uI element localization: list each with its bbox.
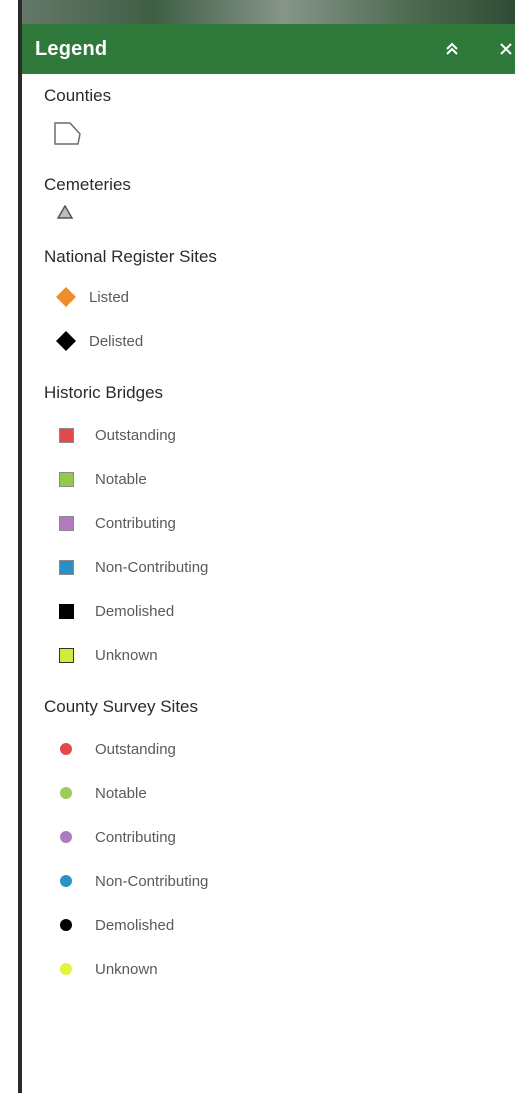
legend-item: Contributing xyxy=(53,501,515,545)
legend-item: Outstanding xyxy=(53,727,515,771)
legend-item-label: Notable xyxy=(95,470,147,488)
legend-item: Non-Contributing xyxy=(53,859,515,903)
layer-county-survey-sites: County Survey Sites Outstanding Notable … xyxy=(22,677,515,991)
legend-item: Non-Contributing xyxy=(53,545,515,589)
legend-item-label: Contributing xyxy=(95,828,176,846)
layer-cemeteries: Cemeteries xyxy=(22,150,515,225)
legend-item-label: Listed xyxy=(89,288,130,306)
legend-item: Demolished xyxy=(53,903,515,947)
legend-item-label: Notable xyxy=(95,784,147,802)
circle-symbol-icon xyxy=(60,831,72,843)
layer-national-register-sites: National Register Sites Listed Delisted xyxy=(22,225,515,363)
polygon-symbol-icon xyxy=(54,122,81,145)
legend-item-label: Outstanding xyxy=(95,740,176,758)
square-symbol-icon xyxy=(58,515,74,531)
legend-title: Legend xyxy=(35,37,108,60)
collapse-button[interactable] xyxy=(441,38,463,60)
legend-header: Legend xyxy=(22,24,515,74)
legend-item-label: Contributing xyxy=(95,514,176,532)
legend-item: Demolished xyxy=(53,589,515,633)
legend-item-label: Non-Contributing xyxy=(95,872,209,890)
legend-item: Contributing xyxy=(53,815,515,859)
diamond-symbol-icon xyxy=(56,331,76,351)
circle-symbol-icon xyxy=(60,787,72,799)
close-button[interactable] xyxy=(495,38,515,60)
legend-item: Unknown xyxy=(53,947,515,991)
circle-symbol-icon xyxy=(60,875,72,887)
map-background xyxy=(0,0,515,24)
square-symbol-icon xyxy=(58,647,74,663)
diamond-symbol-icon xyxy=(56,287,76,307)
legend-item-label: Unknown xyxy=(95,646,158,664)
legend-item-label: Non-Contributing xyxy=(95,558,209,576)
layer-title: Cemeteries xyxy=(44,175,131,194)
layer-title: Counties xyxy=(44,86,112,105)
legend-item: Outstanding xyxy=(53,413,515,457)
layer-counties: Counties xyxy=(22,74,515,150)
layer-title: Historic Bridges xyxy=(44,383,164,402)
legend-content: Counties Cemeteries National Register Si… xyxy=(22,74,515,991)
square-symbol-icon xyxy=(58,427,74,443)
legend-item: Listed xyxy=(53,275,515,319)
legend-item-label: Outstanding xyxy=(95,426,176,444)
legend-item: Unknown xyxy=(53,633,515,677)
legend-item: Notable xyxy=(53,771,515,815)
square-symbol-icon xyxy=(58,471,74,487)
layer-title: National Register Sites xyxy=(44,247,217,266)
circle-symbol-icon xyxy=(60,963,72,975)
legend-item: Delisted xyxy=(53,319,515,363)
legend-item-label: Unknown xyxy=(95,960,158,978)
layer-title: County Survey Sites xyxy=(44,697,199,716)
layer-historic-bridges: Historic Bridges Outstanding Notable Con… xyxy=(22,363,515,677)
triangle-symbol-icon xyxy=(56,204,74,219)
square-symbol-icon xyxy=(58,559,74,575)
legend-item-label: Delisted xyxy=(89,332,144,350)
circle-symbol-icon xyxy=(60,743,72,755)
close-icon xyxy=(500,43,512,55)
circle-symbol-icon xyxy=(60,919,72,931)
square-symbol-icon xyxy=(58,603,74,619)
legend-panel: Legend Counties Cemeteries National Regi… xyxy=(22,24,515,1093)
double-chevron-up-icon xyxy=(446,42,458,55)
legend-item-label: Demolished xyxy=(95,602,175,620)
legend-item-label: Demolished xyxy=(95,916,175,934)
legend-item: Notable xyxy=(53,457,515,501)
